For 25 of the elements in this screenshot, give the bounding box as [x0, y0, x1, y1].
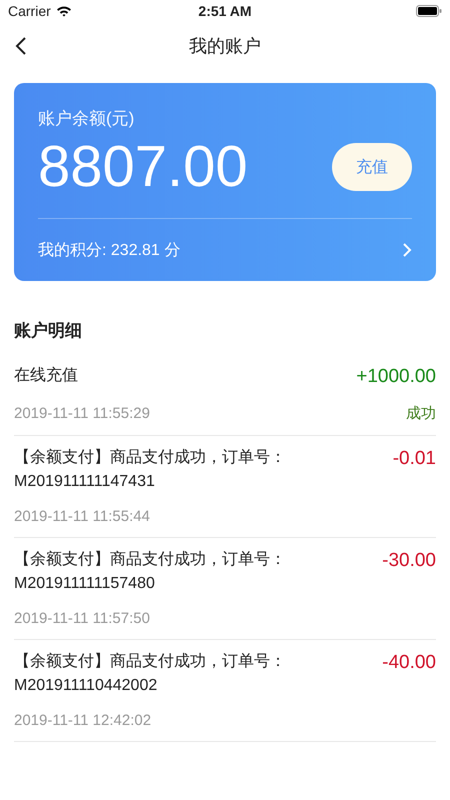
- chevron-right-icon[interactable]: [402, 242, 412, 258]
- transaction-time: 2019-11-11 11:57:50: [14, 610, 150, 627]
- transaction-amount: -30.00: [382, 549, 436, 573]
- transaction-status: 成功: [406, 404, 436, 423]
- transaction-time: 2019-11-11 12:42:02: [14, 712, 152, 729]
- transaction-time: 2019-11-11 11:55:44: [14, 508, 150, 525]
- transaction-time: 2019-11-11 11:55:29: [14, 405, 150, 422]
- recharge-button[interactable]: 充值: [332, 143, 412, 191]
- carrier-label: Carrier: [8, 3, 51, 19]
- back-icon: [14, 36, 28, 56]
- transaction-description: 【余额支付】商品支付成功，订单号：M201911110442002: [14, 652, 287, 696]
- balance-label: 账户余额(元): [38, 108, 134, 130]
- balance-amount: 8807.00: [38, 133, 248, 201]
- transaction-description: 【余额支付】商品支付成功，订单号：M201911111147431: [14, 448, 287, 492]
- section-title: 账户明细: [14, 320, 82, 342]
- transaction-description: 在线充值: [14, 366, 79, 386]
- clock: 2:51 AM: [198, 3, 252, 19]
- transaction-amount: -0.01: [392, 447, 436, 471]
- battery-icon: [416, 5, 442, 17]
- transaction-amount: +1000.00: [356, 365, 436, 389]
- wifi-icon: [56, 5, 72, 17]
- points-label[interactable]: 我的积分: 232.81 分: [38, 240, 180, 260]
- transaction-amount: -40.00: [382, 651, 436, 675]
- page-title: 我的账户: [189, 35, 261, 58]
- transaction-description: 【余额支付】商品支付成功，订单号：M201911111157480: [14, 550, 287, 594]
